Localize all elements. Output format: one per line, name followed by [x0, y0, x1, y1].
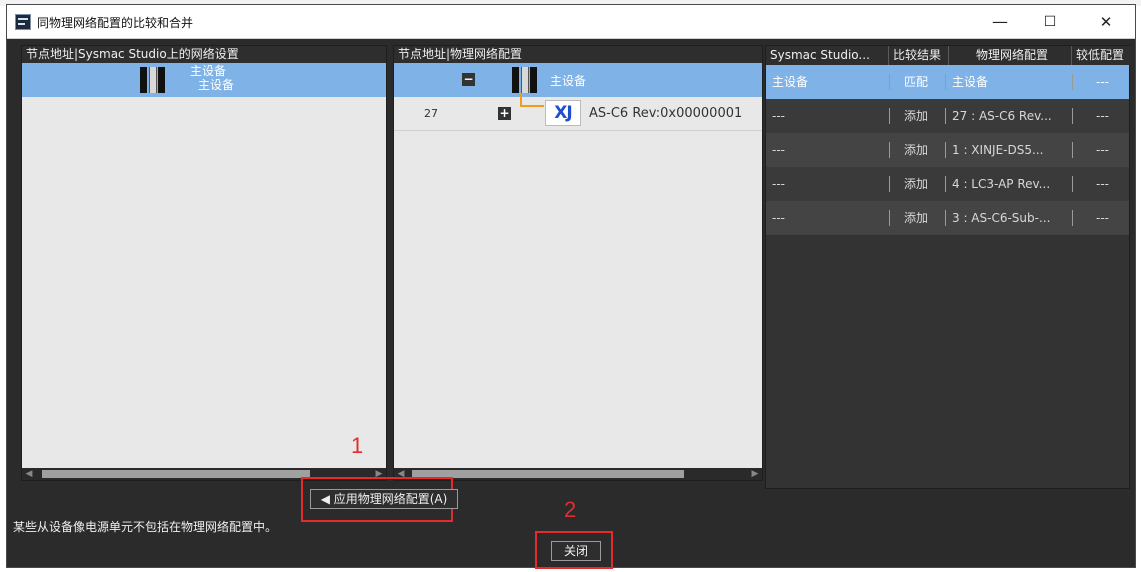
master-device-label-1: 主设备: [190, 64, 227, 78]
col-sysmac-studio[interactable]: Sysmac Studio...: [766, 46, 889, 65]
xj-logo-icon: XJ: [545, 100, 581, 126]
cell-lower: ---: [1096, 211, 1109, 225]
table-row[interactable]: --- 添加 27 : AS-C6 Rev... ---: [766, 99, 1129, 133]
cell-physical: 27 : AS-C6 Rev...: [952, 109, 1052, 123]
physical-network-panel: 节点地址|物理网络配置 − 主设备 27 + XJ AS-C6 Rev:0x00…: [393, 45, 763, 481]
physical-slave-row[interactable]: 27 + XJ AS-C6 Rev:0x00000001: [394, 93, 762, 131]
status-message: 某些从设备像电源单元不包括在物理网络配置中。: [13, 520, 278, 534]
sysmac-master-device-row[interactable]: 主设备 主设备: [22, 63, 386, 97]
annotation-number-1: 1: [351, 433, 364, 458]
table-row[interactable]: --- 添加 1 : XINJE-DS5... ---: [766, 133, 1129, 167]
cell-result: 匹配: [904, 75, 929, 89]
cell-lower: ---: [1096, 109, 1109, 123]
cell-physical: 1 : XINJE-DS5...: [952, 143, 1044, 157]
collapse-icon[interactable]: −: [462, 73, 475, 86]
cell-lower: ---: [1096, 177, 1109, 191]
physical-master-label: 主设备: [550, 74, 587, 88]
node-address: 27: [424, 107, 438, 120]
col-compare-result[interactable]: 比较结果: [889, 46, 949, 65]
cell-lower: ---: [1096, 75, 1109, 89]
cell-lower: ---: [1096, 143, 1109, 157]
apply-physical-config-button[interactable]: ◀ 应用物理网络配置(A): [310, 489, 458, 509]
master-device-icon: [140, 67, 170, 93]
cell-physical: 4 : LC3-AP Rev...: [952, 177, 1051, 191]
cell-sysmac: ---: [772, 177, 785, 191]
table-row[interactable]: --- 添加 4 : LC3-AP Rev... ---: [766, 167, 1129, 201]
scroll-right-icon[interactable]: ▶: [748, 468, 762, 480]
cell-sysmac: ---: [772, 211, 785, 225]
cell-physical: 主设备: [952, 75, 989, 89]
app-icon: [15, 14, 31, 30]
scroll-thumb[interactable]: [42, 470, 310, 478]
physical-master-device-row[interactable]: − 主设备: [394, 63, 762, 97]
expand-icon[interactable]: +: [498, 107, 511, 120]
comparison-table: Sysmac Studio... 比较结果 物理网络配置 较低配置 主设备 匹配…: [765, 45, 1131, 489]
sysmac-network-panel: 节点地址|Sysmac Studio上的网络设置 主设备 主设备 ◀ ▶: [21, 45, 387, 481]
tree-connector-line: [520, 93, 544, 107]
cell-sysmac: ---: [772, 109, 785, 123]
cell-result: 添加: [904, 177, 929, 191]
title-bar[interactable]: 同物理网络配置的比较和合并 — ☐ ✕: [7, 5, 1135, 39]
cell-result: 添加: [904, 211, 929, 225]
cell-result: 添加: [904, 143, 929, 157]
sysmac-panel-header: 节点地址|Sysmac Studio上的网络设置: [22, 46, 386, 63]
physical-panel-header: 节点地址|物理网络配置: [394, 46, 762, 63]
cell-physical: 3 : AS-C6-Sub-...: [952, 211, 1051, 225]
window-title: 同物理网络配置的比较和合并: [37, 16, 194, 30]
col-physical-config[interactable]: 物理网络配置: [949, 46, 1072, 65]
annotation-number-2: 2: [564, 497, 577, 522]
slave-device-label: AS-C6 Rev:0x00000001: [589, 106, 743, 121]
master-device-icon: [512, 67, 542, 93]
compare-merge-dialog: 同物理网络配置的比较和合并 — ☐ ✕ 节点地址|Sysmac Studio上的…: [6, 4, 1136, 569]
window-close-button[interactable]: ✕: [1083, 5, 1129, 39]
cell-sysmac: ---: [772, 143, 785, 157]
close-button[interactable]: 关闭: [551, 541, 601, 561]
col-lower-config[interactable]: 较低配置: [1072, 46, 1131, 65]
master-device-label-2: 主设备: [198, 78, 235, 92]
cell-result: 添加: [904, 109, 929, 123]
table-row[interactable]: 主设备 匹配 主设备 ---: [766, 65, 1129, 99]
minimize-button[interactable]: —: [977, 5, 1023, 39]
scroll-left-icon[interactable]: ◀: [22, 468, 36, 480]
cell-sysmac: 主设备: [772, 75, 809, 89]
table-row[interactable]: --- 添加 3 : AS-C6-Sub-... ---: [766, 201, 1129, 235]
maximize-button[interactable]: ☐: [1027, 5, 1073, 39]
